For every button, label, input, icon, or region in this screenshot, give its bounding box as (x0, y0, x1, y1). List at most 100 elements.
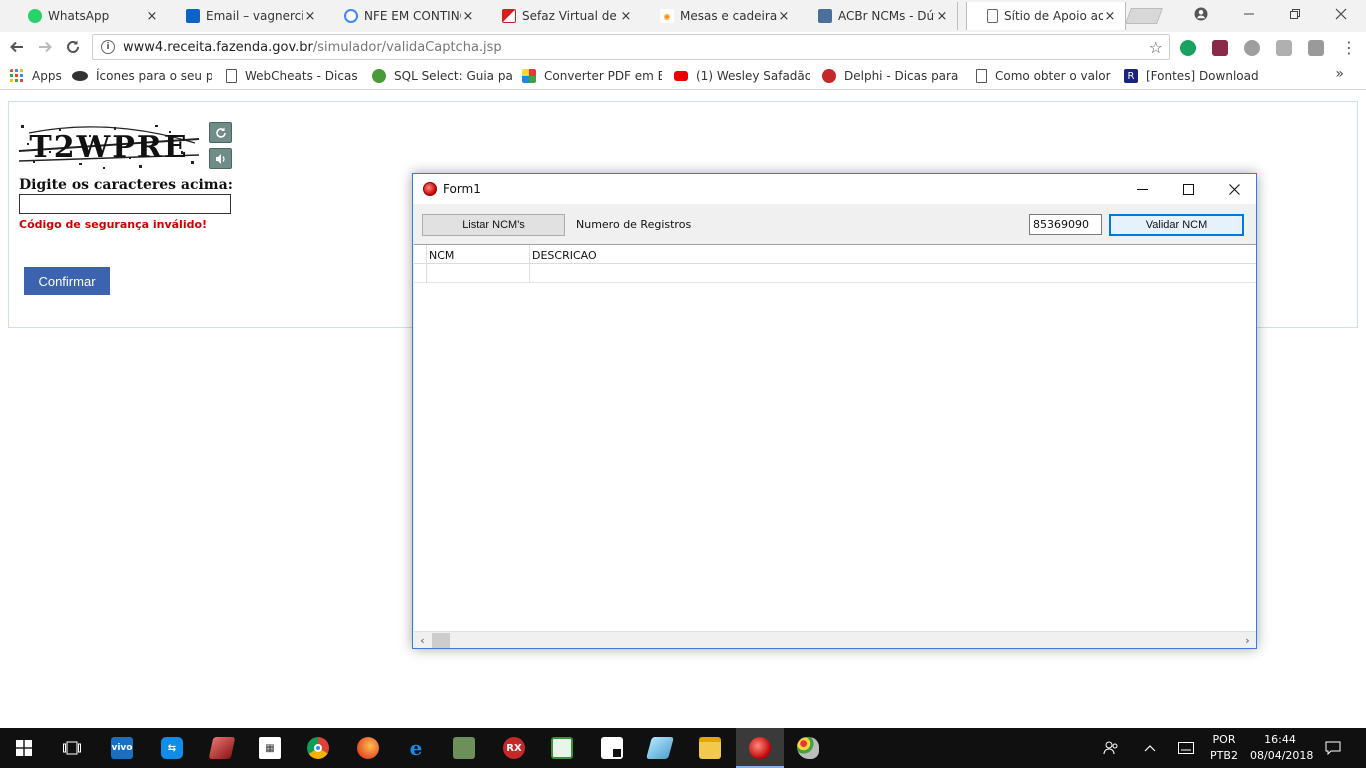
taskbar-delphi-ide[interactable] (198, 728, 246, 768)
chrome-menu-icon[interactable]: ⋮ (1338, 37, 1360, 57)
sefaz-icon (502, 9, 516, 23)
bookmark-youtube[interactable]: (1) Wesley Safadão - (674, 68, 810, 84)
url-path: /simulador/validaCaptcha.jsp (312, 39, 502, 55)
form-maximize-icon[interactable] (1165, 174, 1211, 204)
back-arrow-icon[interactable] (6, 37, 28, 57)
extension-m-icon[interactable] (1308, 40, 1324, 56)
url-host: www4.receita.fazenda.gov.br (123, 39, 313, 55)
taskbar-store[interactable]: ▦ (246, 728, 294, 768)
scrollbar-thumb[interactable] (432, 633, 450, 648)
reload-icon[interactable] (62, 37, 84, 57)
error-message: Código de segurança inválido! (19, 218, 208, 231)
taskbar-file-explorer[interactable] (686, 728, 734, 768)
close-icon[interactable]: × (145, 9, 159, 24)
language-code: POR (1212, 733, 1236, 746)
taskbar-chrome[interactable] (294, 728, 342, 768)
clock-date: 08/04/2018 (1250, 749, 1314, 762)
people-icon[interactable] (1098, 728, 1124, 768)
taskbar-firefox[interactable] (344, 728, 392, 768)
new-tab-button[interactable] (1125, 8, 1163, 24)
bookmark-sql-select[interactable]: SQL Select: Guia para (372, 68, 512, 84)
taskbar-vivo[interactable]: vivo (98, 728, 146, 768)
forward-arrow-icon[interactable] (34, 37, 56, 57)
validate-ncm-button[interactable]: Validar NCM (1109, 214, 1244, 236)
bookmarks-overflow-icon[interactable]: » (1335, 66, 1344, 82)
ncm-input[interactable]: 85369090 (1029, 214, 1102, 235)
tab-email[interactable]: Email – vagnercie × (166, 2, 326, 30)
tab-olx[interactable]: ◉ Mesas e cadeiras r × (640, 2, 800, 30)
form-title: Form1 (443, 182, 481, 196)
bookmark-label: WebCheats - Dicas e (245, 69, 358, 83)
bookmark-webcheats[interactable]: WebCheats - Dicas e (226, 68, 358, 84)
tab-acbr[interactable]: ACBr NCMs - Dúvi × (798, 2, 958, 30)
input-language[interactable]: POR PTB2 (1206, 732, 1242, 764)
bookmark-apps[interactable]: Apps (10, 68, 66, 84)
scroll-left-icon[interactable]: ‹ (414, 633, 431, 648)
taskbar-sticky-notes[interactable] (588, 728, 636, 768)
confirm-button[interactable]: Confirmar (24, 267, 110, 295)
bookmark-icones[interactable]: Ícones para o seu pro (72, 68, 212, 84)
tray-chevron-up-icon[interactable] (1138, 728, 1162, 768)
restore-icon[interactable] (1272, 0, 1318, 28)
form-close-icon[interactable] (1211, 174, 1257, 204)
extension-drive-icon[interactable] (1212, 40, 1228, 56)
taskbar-rx[interactable]: RX (490, 728, 538, 768)
tab-nfe[interactable]: NFE EM CONTING × (324, 2, 484, 30)
store-icon: ▦ (259, 737, 281, 759)
taskbar-notepad[interactable] (538, 728, 586, 768)
bookmark-pdf-converter[interactable]: Converter PDF em Ex (522, 68, 662, 84)
table-row[interactable] (414, 264, 1256, 283)
action-center-icon[interactable] (1320, 728, 1346, 768)
task-view-button[interactable] (48, 728, 96, 768)
close-window-icon[interactable] (1318, 0, 1364, 28)
system-clock[interactable]: 16:44 08/04/2018 (1250, 732, 1314, 764)
close-icon[interactable]: × (777, 9, 791, 24)
start-button[interactable] (0, 728, 48, 768)
close-icon[interactable]: × (935, 9, 949, 24)
bookmark-label: [Fontes] Download d (1146, 69, 1262, 83)
screen: WhatsApp × Email – vagnercie × NFE EM CO… (0, 0, 1366, 768)
profile-icon[interactable] (1178, 0, 1224, 28)
extension-pdf-icon[interactable] (1276, 40, 1292, 56)
bookmark-como-obter[interactable]: Como obter o valor c (976, 68, 1112, 84)
extension-gray-icon[interactable] (1244, 40, 1260, 56)
column-header-descricao[interactable]: DESCRICAO (532, 249, 597, 262)
tab-title: NFE EM CONTING (364, 9, 461, 23)
list-ncm-button[interactable]: Listar NCM's (422, 214, 565, 236)
taskbar-edge[interactable]: e (392, 728, 440, 768)
taskbar-editor[interactable] (636, 728, 684, 768)
bookmark-fontes[interactable]: R [Fontes] Download d (1124, 68, 1262, 84)
taskbar-paint[interactable] (784, 728, 832, 768)
close-icon[interactable]: × (1103, 9, 1117, 24)
tab-whatsapp[interactable]: WhatsApp × (8, 2, 168, 30)
extension-shield-icon[interactable] (1180, 40, 1196, 56)
teamviewer-icon: ⇆ (161, 737, 183, 759)
tab-sitio-apoio[interactable]: Sítio de Apoio ao × (966, 2, 1126, 30)
column-header-ncm[interactable]: NCM (429, 249, 454, 262)
clock-time: 16:44 (1264, 733, 1296, 746)
form1-titlebar[interactable]: Form1 (413, 174, 1256, 204)
close-icon[interactable]: × (619, 9, 633, 24)
file-explorer-icon (699, 737, 721, 759)
bookmark-label: Apps (32, 69, 62, 83)
r-icon: R (1124, 69, 1138, 83)
audio-captcha-icon[interactable] (209, 148, 232, 169)
taskbar-teamviewer[interactable]: ⇆ (148, 728, 196, 768)
horizontal-scrollbar[interactable]: ‹ › (414, 631, 1256, 648)
taskbar-form-app[interactable] (736, 728, 784, 768)
tab-sefaz[interactable]: Sefaz Virtual de Co × (482, 2, 642, 30)
ncm-grid[interactable]: NCM DESCRICAO ‹ › (414, 244, 1256, 648)
address-bar[interactable]: i www4.receita.fazenda.gov.br/simulador/… (92, 34, 1170, 60)
minimize-icon[interactable] (1226, 0, 1272, 28)
form-minimize-icon[interactable] (1119, 174, 1165, 204)
close-icon[interactable]: × (303, 9, 317, 24)
bookmark-star-icon[interactable]: ☆ (1149, 38, 1163, 57)
bookmark-delphi[interactable]: Delphi - Dicas para a (822, 68, 962, 84)
keyboard-icon[interactable] (1174, 728, 1198, 768)
refresh-captcha-icon[interactable] (209, 122, 232, 143)
taskbar-db-tool[interactable] (440, 728, 488, 768)
captcha-input[interactable] (19, 194, 231, 214)
site-info-icon[interactable]: i (101, 40, 115, 54)
close-icon[interactable]: × (461, 9, 475, 24)
scroll-right-icon[interactable]: › (1239, 633, 1256, 648)
